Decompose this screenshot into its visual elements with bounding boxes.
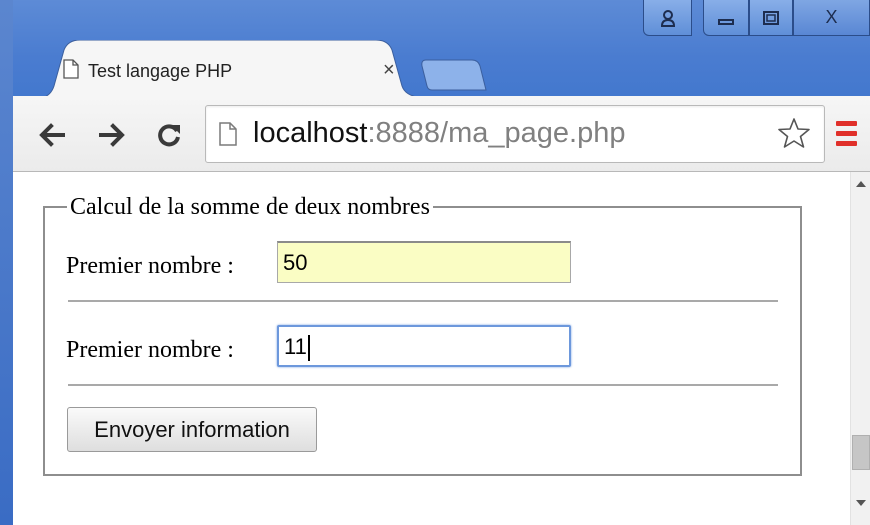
maximize-button[interactable] xyxy=(749,0,793,36)
fieldset-legend: Calcul de la somme de deux nombres xyxy=(67,193,433,221)
close-window-button[interactable]: X xyxy=(793,0,870,36)
tab-close-button[interactable]: × xyxy=(383,60,395,80)
window-frame-left xyxy=(0,0,13,525)
separator xyxy=(68,384,778,386)
url-path: :8888/ma_page.php xyxy=(367,117,626,149)
minimize-icon xyxy=(718,18,734,25)
url-text[interactable]: localhost:8888/ma_page.php xyxy=(253,113,625,153)
close-icon: X xyxy=(825,7,838,27)
reload-button[interactable] xyxy=(152,118,186,152)
first-number-label: Premier nombre : xyxy=(66,253,234,279)
minimize-button[interactable] xyxy=(703,0,749,36)
menu-icon[interactable] xyxy=(836,121,858,149)
scrollbar-thumb[interactable] xyxy=(852,435,870,470)
browser-window: X Test langage PHP × localhost:8888/ma_p… xyxy=(0,0,870,525)
first-number-input[interactable]: 50 xyxy=(277,241,571,283)
submit-button[interactable]: Envoyer information xyxy=(67,407,317,452)
scroll-up-arrow-icon[interactable] xyxy=(856,181,866,187)
second-number-input[interactable]: 11 xyxy=(277,325,571,367)
star-icon[interactable] xyxy=(778,117,810,149)
vertical-scrollbar[interactable] xyxy=(850,172,870,525)
back-arrow-icon xyxy=(39,123,65,147)
scroll-down-arrow-icon[interactable] xyxy=(856,500,866,506)
maximize-icon xyxy=(763,10,779,25)
second-number-label: Premier nombre : xyxy=(66,337,234,363)
first-number-value: 50 xyxy=(283,250,308,275)
separator xyxy=(68,300,778,302)
back-button[interactable] xyxy=(35,118,69,152)
forward-button[interactable] xyxy=(95,118,129,152)
second-number-value: 11 xyxy=(284,334,307,359)
new-tab-button[interactable] xyxy=(420,58,488,92)
page-icon xyxy=(63,59,79,79)
page-icon xyxy=(219,122,237,146)
text-caret xyxy=(307,335,310,362)
forward-arrow-icon xyxy=(99,123,125,147)
reload-icon xyxy=(158,124,180,147)
tab-title: Test langage PHP xyxy=(88,61,233,81)
user-profile-icon xyxy=(660,9,675,27)
url-host: localhost xyxy=(253,117,368,149)
user-profile-button[interactable] xyxy=(643,0,692,36)
